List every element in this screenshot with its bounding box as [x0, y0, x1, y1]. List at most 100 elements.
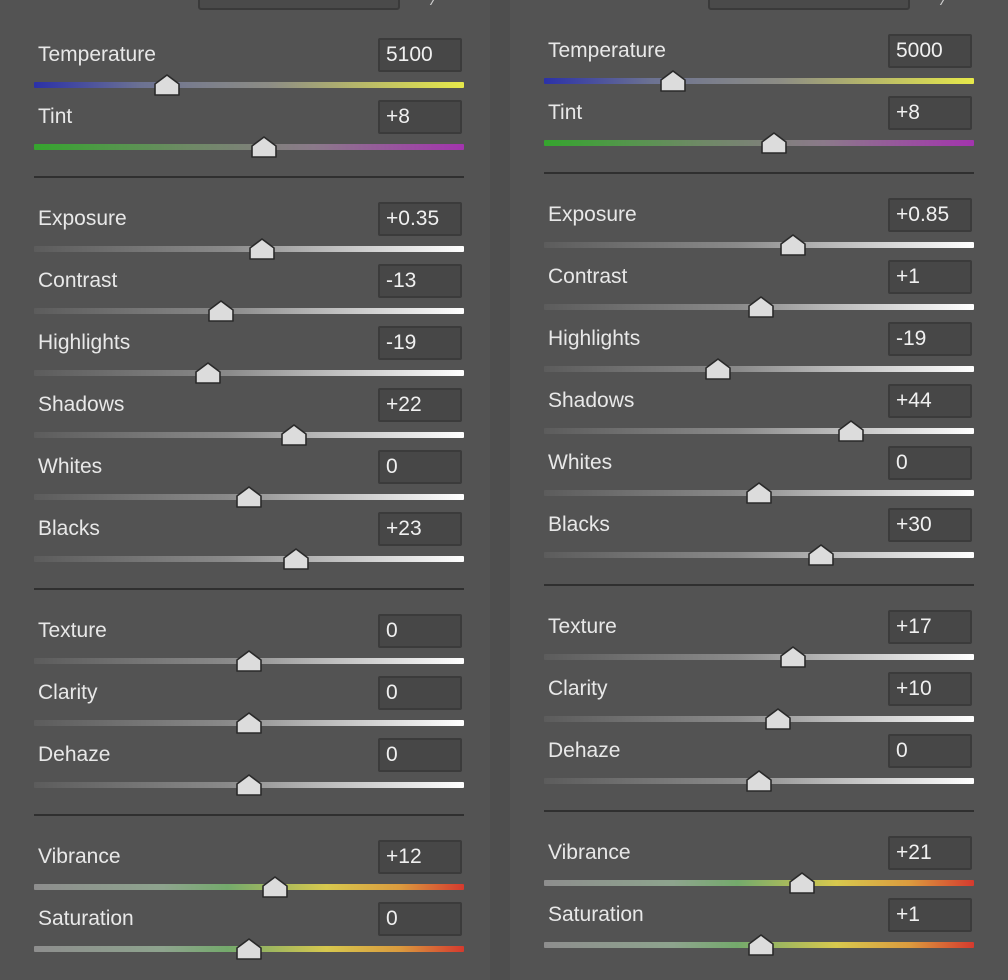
- tint-slider-thumb-icon[interactable]: [761, 132, 787, 154]
- clarity-slider-thumb-icon[interactable]: [765, 708, 792, 730]
- temperature-slider-thumb-icon[interactable]: [154, 74, 181, 96]
- blacks-track[interactable]: [544, 552, 974, 558]
- shadows-track[interactable]: [544, 428, 974, 434]
- slider-whites: Whites: [34, 450, 464, 508]
- whites-value-field[interactable]: [378, 450, 462, 484]
- slider-clarity: Clarity: [544, 672, 974, 730]
- texture-value-field[interactable]: [378, 614, 462, 648]
- saturation-value-field[interactable]: [378, 902, 462, 936]
- tint-label: Tint: [548, 101, 583, 124]
- texture-value-field[interactable]: [888, 610, 972, 644]
- blacks-slider-thumb-icon[interactable]: [808, 544, 835, 566]
- saturation-label: Saturation: [38, 907, 134, 930]
- slider-temperature: Temperature: [544, 34, 974, 92]
- clarity-slider-thumb-icon[interactable]: [236, 712, 262, 734]
- section-divider: [544, 172, 974, 174]
- slider-temperature: Temperature: [34, 38, 464, 96]
- temperature-track[interactable]: [544, 78, 974, 84]
- slider-exposure: Exposure: [544, 198, 974, 256]
- dehaze-slider-thumb-icon[interactable]: [746, 770, 772, 792]
- shadows-slider-thumb-icon[interactable]: [838, 420, 865, 442]
- vibrance-label: Vibrance: [548, 841, 631, 864]
- slider-whites: Whites: [544, 446, 974, 504]
- temperature-track[interactable]: [34, 82, 464, 88]
- exposure-slider-thumb-icon[interactable]: [249, 238, 275, 260]
- blacks-label: Blacks: [38, 517, 100, 540]
- slider-tint: Tint: [34, 100, 464, 158]
- highlights-track[interactable]: [34, 370, 464, 376]
- clarity-track[interactable]: [544, 716, 974, 722]
- highlights-slider-thumb-icon[interactable]: [195, 362, 221, 384]
- slider-saturation: Saturation: [34, 902, 464, 960]
- slider-saturation: Saturation: [544, 898, 974, 956]
- saturation-value-field[interactable]: [888, 898, 972, 932]
- whites-value-field[interactable]: [888, 446, 972, 480]
- slider-texture: Texture: [544, 610, 974, 668]
- vibrance-track[interactable]: [544, 880, 974, 886]
- basic-panel-right: ⁄ Temperature Tint Exposure Contrast Highlig…: [510, 0, 1000, 980]
- eyedropper-icon[interactable]: ⁄: [424, 0, 446, 10]
- exposure-slider-thumb-icon[interactable]: [780, 234, 807, 256]
- vibrance-track[interactable]: [34, 884, 464, 890]
- highlights-track[interactable]: [544, 366, 974, 372]
- slider-clarity: Clarity: [34, 676, 464, 734]
- contrast-slider-thumb-icon[interactable]: [208, 300, 234, 322]
- slider-blacks: Blacks: [34, 512, 464, 570]
- highlights-value-field[interactable]: [888, 322, 972, 356]
- blacks-slider-thumb-icon[interactable]: [283, 548, 310, 570]
- clarity-value-field[interactable]: [888, 672, 972, 706]
- exposure-value-field[interactable]: [378, 202, 462, 236]
- tint-label: Tint: [38, 105, 73, 128]
- vibrance-slider-thumb-icon[interactable]: [261, 876, 288, 898]
- white-balance-dropdown[interactable]: [198, 0, 400, 10]
- tint-value-field[interactable]: [888, 96, 972, 130]
- shadows-value-field[interactable]: [888, 384, 972, 418]
- vibrance-value-field[interactable]: [378, 840, 462, 874]
- texture-track[interactable]: [544, 654, 974, 660]
- eyedropper-icon[interactable]: ⁄: [934, 0, 956, 10]
- tint-value-field[interactable]: [378, 100, 462, 134]
- slider-shadows: Shadows: [34, 388, 464, 446]
- whites-slider-thumb-icon[interactable]: [236, 486, 262, 508]
- contrast-slider-thumb-icon[interactable]: [748, 296, 774, 318]
- dehaze-value-field[interactable]: [888, 734, 972, 768]
- white-balance-dropdown[interactable]: [708, 0, 910, 10]
- exposure-track[interactable]: [544, 242, 974, 248]
- tint-track[interactable]: [34, 144, 464, 150]
- temperature-value-field[interactable]: [378, 38, 462, 72]
- blacks-track[interactable]: [34, 556, 464, 562]
- texture-slider-thumb-icon[interactable]: [236, 650, 262, 672]
- saturation-slider-thumb-icon[interactable]: [748, 934, 774, 956]
- vibrance-value-field[interactable]: [888, 836, 972, 870]
- exposure-value-field[interactable]: [888, 198, 972, 232]
- highlights-slider-thumb-icon[interactable]: [705, 358, 731, 380]
- saturation-slider-thumb-icon[interactable]: [236, 938, 262, 960]
- slider-highlights: Highlights: [34, 326, 464, 384]
- whites-slider-thumb-icon[interactable]: [746, 482, 772, 504]
- temperature-slider-thumb-icon[interactable]: [660, 70, 686, 92]
- tint-track[interactable]: [544, 140, 974, 146]
- dehaze-label: Dehaze: [38, 743, 111, 766]
- slider-contrast: Contrast: [34, 264, 464, 322]
- slider-exposure: Exposure: [34, 202, 464, 260]
- clarity-value-field[interactable]: [378, 676, 462, 710]
- tint-slider-thumb-icon[interactable]: [251, 136, 277, 158]
- vibrance-slider-thumb-icon[interactable]: [789, 872, 815, 894]
- shadows-track[interactable]: [34, 432, 464, 438]
- dehaze-value-field[interactable]: [378, 738, 462, 772]
- section-divider: [34, 176, 464, 178]
- shadows-value-field[interactable]: [378, 388, 462, 422]
- contrast-value-field[interactable]: [378, 264, 462, 298]
- temperature-value-field[interactable]: [888, 34, 972, 68]
- shadows-slider-thumb-icon[interactable]: [281, 424, 307, 446]
- texture-slider-thumb-icon[interactable]: [780, 646, 807, 668]
- contrast-value-field[interactable]: [888, 260, 972, 294]
- blacks-value-field[interactable]: [378, 512, 462, 546]
- contrast-track[interactable]: [34, 308, 464, 314]
- highlights-label: Highlights: [38, 331, 131, 354]
- dehaze-slider-thumb-icon[interactable]: [236, 774, 262, 796]
- highlights-value-field[interactable]: [378, 326, 462, 360]
- slider-blacks: Blacks: [544, 508, 974, 566]
- blacks-value-field[interactable]: [888, 508, 972, 542]
- basic-panel-left: ⁄ Temperature Tint Exposure Contrast Highlig…: [0, 0, 490, 980]
